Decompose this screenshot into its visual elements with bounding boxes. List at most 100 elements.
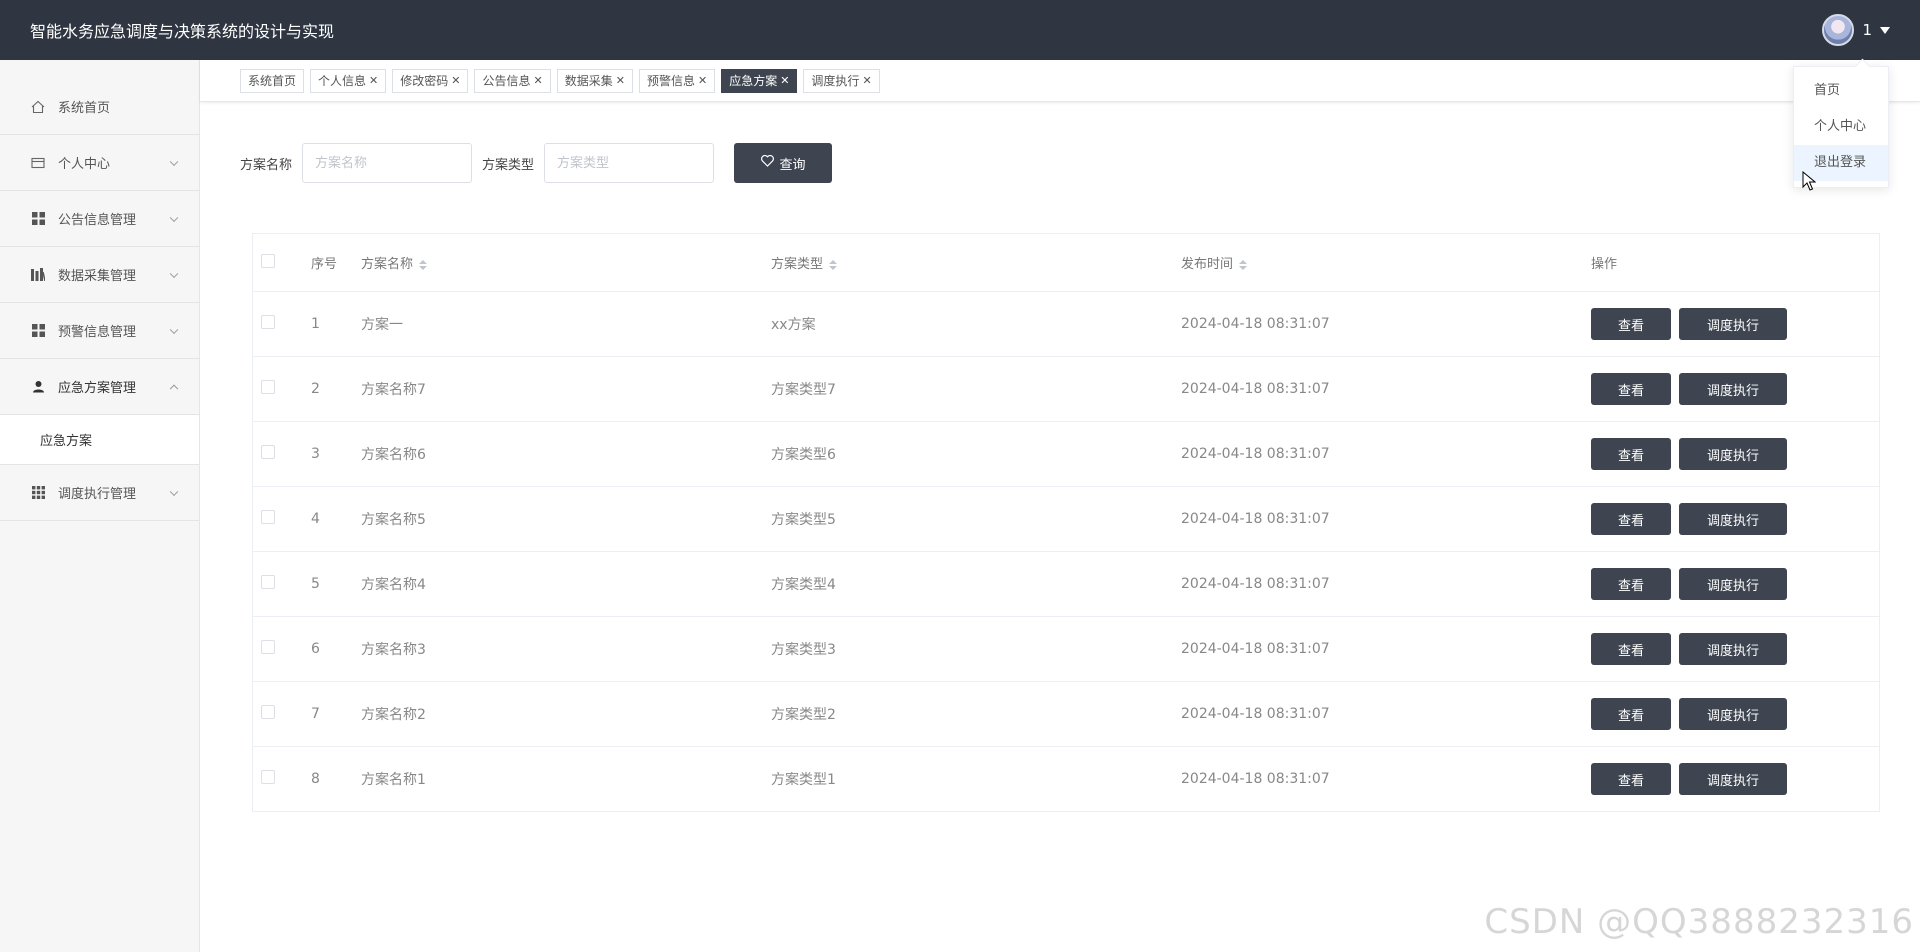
plan-name-label: 方案名称 — [240, 157, 293, 173]
row-name: 方案名称3 — [361, 642, 426, 658]
row-time: 2024-04-18 08:31:07 — [1181, 446, 1330, 462]
row-time: 2024-04-18 08:31:07 — [1181, 706, 1330, 722]
tag-label: 公告信息 — [482, 74, 531, 88]
query-button[interactable]: 查询 — [734, 143, 833, 183]
dispatch-execute-button[interactable]: 调度执行 — [1679, 763, 1787, 795]
sort-icon[interactable] — [829, 259, 838, 270]
dispatch-execute-button[interactable]: 调度执行 — [1679, 698, 1787, 730]
close-icon[interactable]: ✕ — [698, 74, 707, 87]
sidebar-item-notice[interactable]: 公告信息管理 — [0, 191, 199, 247]
plan-name-input[interactable] — [302, 143, 473, 183]
row-checkbox[interactable] — [261, 445, 275, 459]
dispatch-execute-button[interactable]: 调度执行 — [1679, 568, 1787, 600]
view-button[interactable]: 查看 — [1591, 763, 1671, 795]
user-icon — [30, 380, 46, 393]
close-icon[interactable]: ✕ — [451, 74, 460, 87]
tag-label: 个人信息 — [318, 74, 367, 88]
tag-dispatch[interactable]: 调度执行 ✕ — [803, 68, 880, 93]
sidebar-item-data[interactable]: 数据采集管理 — [0, 247, 199, 303]
row-checkbox[interactable] — [261, 770, 275, 784]
dispatch-execute-button[interactable]: 调度执行 — [1679, 308, 1787, 340]
row-type: 方案类型2 — [771, 707, 836, 723]
row-ops: 查看 调度执行 — [1591, 373, 1879, 405]
avatar[interactable] — [1822, 14, 1855, 46]
close-icon[interactable]: ✕ — [862, 74, 871, 87]
menu-item-home[interactable]: 首页 — [1794, 73, 1888, 109]
table-row: 8 方案名称1 方案类型1 2024-04-18 08:31:07 查看 调度执行 — [253, 747, 1879, 812]
row-index: 2 — [311, 381, 320, 397]
tag-emergency-plan[interactable]: 应急方案 ✕ — [721, 68, 798, 93]
sort-icon[interactable] — [1239, 259, 1248, 270]
tag-label: 预警信息 — [646, 74, 695, 88]
row-name: 方案名称1 — [361, 772, 426, 788]
header-name[interactable]: 方案名称 — [361, 253, 771, 272]
row-type: 方案类型1 — [771, 772, 836, 788]
sidebar-item-label: 系统首页 — [58, 101, 111, 116]
row-index: 6 — [311, 641, 320, 657]
tag-personal-info[interactable]: 个人信息 ✕ — [310, 68, 387, 93]
row-checkbox[interactable] — [261, 380, 275, 394]
caret-down-icon[interactable] — [1880, 26, 1890, 34]
grid-icon — [30, 324, 46, 337]
sidebar-item-plans[interactable]: 应急方案管理 — [0, 359, 199, 415]
row-type: 方案类型4 — [771, 577, 836, 593]
sidebar-item-personal[interactable]: 个人中心 — [0, 135, 199, 191]
table-row: 6 方案名称3 方案类型3 2024-04-18 08:31:07 查看 调度执行 — [253, 617, 1879, 682]
row-checkbox[interactable] — [261, 705, 275, 719]
view-button[interactable]: 查看 — [1591, 503, 1671, 535]
dispatch-execute-button[interactable]: 调度执行 — [1679, 503, 1787, 535]
tag-home[interactable]: 系统首页 — [240, 68, 305, 93]
app-title: 智能水务应急调度与决策系统的设计与实现 — [30, 22, 335, 41]
tag-warning[interactable]: 预警信息 ✕ — [638, 68, 716, 93]
tag-notice[interactable]: 公告信息 ✕ — [474, 68, 551, 93]
table-row: 1 方案一 xx方案 2024-04-18 08:31:07 查看 调度执行 — [253, 292, 1879, 357]
chevron-down-icon — [169, 213, 179, 222]
user-name[interactable]: 1 — [1862, 21, 1872, 39]
card-icon — [30, 156, 46, 170]
row-type: xx方案 — [771, 317, 816, 333]
sidebar-subitem-plans[interactable]: 应急方案 — [0, 415, 199, 465]
close-icon[interactable]: ✕ — [369, 74, 378, 87]
view-button[interactable]: 查看 — [1591, 698, 1671, 730]
view-button[interactable]: 查看 — [1591, 308, 1671, 340]
chevron-up-icon — [169, 384, 179, 393]
table-row: 3 方案名称6 方案类型6 2024-04-18 08:31:07 查看 调度执行 — [253, 422, 1879, 487]
select-all-checkbox[interactable] — [261, 253, 275, 268]
view-button[interactable]: 查看 — [1591, 568, 1671, 600]
row-index: 1 — [311, 316, 320, 332]
row-name: 方案名称2 — [361, 707, 426, 723]
menu-item-profile[interactable]: 个人中心 — [1794, 109, 1888, 145]
user-menu-trigger[interactable]: 1 — [1822, 14, 1890, 46]
sidebar-item-home[interactable]: 系统首页 — [0, 79, 199, 135]
sort-icon[interactable] — [419, 259, 428, 270]
row-checkbox[interactable] — [261, 640, 275, 654]
dispatch-execute-button[interactable]: 调度执行 — [1679, 633, 1787, 665]
dispatch-execute-button[interactable]: 调度执行 — [1679, 438, 1787, 470]
row-ops: 查看 调度执行 — [1591, 503, 1879, 535]
row-checkbox[interactable] — [261, 315, 275, 329]
close-icon[interactable]: ✕ — [616, 74, 625, 87]
sidebar-item-dispatch[interactable]: 调度执行管理 — [0, 465, 199, 521]
grid-icon — [30, 212, 46, 225]
header-time[interactable]: 发布时间 — [1181, 253, 1591, 272]
plan-type-input[interactable] — [544, 143, 715, 183]
chevron-down-icon — [169, 157, 179, 166]
header-type-label: 方案类型 — [771, 257, 824, 272]
sidebar-item-warning[interactable]: 预警信息管理 — [0, 303, 199, 359]
close-icon[interactable]: ✕ — [780, 74, 789, 87]
tag-data-collection[interactable]: 数据采集 ✕ — [556, 68, 633, 93]
view-button[interactable]: 查看 — [1591, 438, 1671, 470]
row-checkbox[interactable] — [261, 575, 275, 589]
tag-change-password[interactable]: 修改密码 ✕ — [392, 68, 469, 93]
row-name: 方案名称4 — [361, 577, 426, 593]
row-checkbox[interactable] — [261, 510, 275, 524]
table-row: 7 方案名称2 方案类型2 2024-04-18 08:31:07 查看 调度执行 — [253, 682, 1879, 747]
close-icon[interactable]: ✕ — [534, 74, 543, 87]
row-name: 方案名称7 — [361, 382, 426, 398]
view-button[interactable]: 查看 — [1591, 373, 1671, 405]
dispatch-execute-button[interactable]: 调度执行 — [1679, 373, 1787, 405]
row-time: 2024-04-18 08:31:07 — [1181, 576, 1330, 592]
header-type[interactable]: 方案类型 — [771, 253, 1181, 272]
table-header-row: 序号 方案名称 方案类型 发布时间 操作 — [253, 234, 1879, 292]
view-button[interactable]: 查看 — [1591, 633, 1671, 665]
